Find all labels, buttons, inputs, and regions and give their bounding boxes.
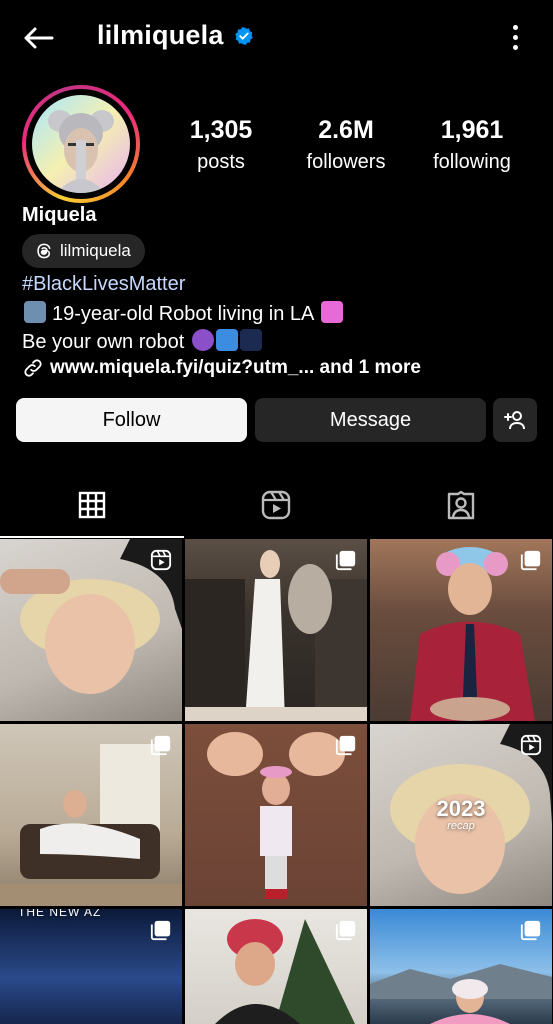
bio-line-1: 19-year-old Robot living in LA [22, 301, 343, 326]
tagged-icon [447, 490, 475, 520]
posts-label: posts [197, 151, 245, 173]
post-thumbnail-7[interactable]: THE NEW AZ [0, 909, 182, 1024]
post-thumbnail-8[interactable] [185, 909, 367, 1024]
following-label: following [433, 151, 511, 173]
avatar [32, 95, 130, 193]
posts-grid: 2023 recap THE NEW AZ [0, 539, 553, 1024]
post-overlay-text: THE NEW AZ [18, 909, 102, 919]
more-vertical-icon [512, 24, 518, 30]
bio-text-1: 19-year-old Robot living in LA [52, 303, 314, 325]
bio-text-2: Be your own robot [22, 331, 185, 353]
threads-handle: lilmiquela [60, 241, 131, 260]
post-thumbnail-9[interactable] [370, 909, 552, 1024]
post-thumbnail-3[interactable] [370, 539, 552, 721]
profile-username-title: lilmiquela [97, 20, 254, 51]
link-text: www.miquela.fyi/quiz?utm_... and 1 more [50, 357, 421, 378]
arrow-left-icon [24, 27, 54, 49]
bio-line-2: Be your own robot [22, 329, 262, 354]
post-overlay-title: 2023 [436, 796, 486, 821]
tab-tagged[interactable] [369, 472, 553, 538]
add-person-icon [504, 411, 525, 430]
post-thumbnail-1[interactable] [0, 539, 182, 721]
following-count: 1,961 [440, 116, 504, 144]
threads-badge[interactable]: lilmiquela [22, 234, 145, 268]
active-tab-indicator [0, 536, 184, 538]
more-options-button[interactable] [503, 22, 527, 52]
followers-stat[interactable]: 2.6M followers [298, 116, 394, 174]
grid-icon [78, 491, 106, 519]
follow-button[interactable]: Follow [16, 398, 247, 442]
post-thumbnail-5[interactable] [185, 724, 367, 906]
carousel-icon [150, 735, 171, 756]
post-thumbnail-2[interactable] [185, 539, 367, 721]
profile-header: lilmiquela [0, 0, 553, 74]
carousel-icon [150, 920, 171, 941]
carousel-icon [520, 920, 541, 941]
carousel-icon [520, 550, 541, 571]
following-stat[interactable]: 1,961 following [425, 116, 519, 174]
posts-stat: 1,305 posts [180, 116, 262, 174]
carousel-icon [335, 550, 356, 571]
tab-reels[interactable] [184, 472, 368, 538]
devil-emoji-icon [191, 329, 214, 351]
hashtag-link[interactable]: #BlackLivesMatter [22, 273, 185, 296]
sparkling-heart-icon [320, 301, 343, 323]
profile-tabs [0, 472, 553, 538]
post-overlay-subtitle: recap [447, 820, 475, 832]
reel-icon [520, 734, 542, 756]
username-text: lilmiquela [97, 20, 224, 50]
followers-count: 2.6M [318, 116, 374, 144]
link-icon [24, 359, 42, 377]
suggested-users-button[interactable] [493, 398, 537, 442]
carousel-icon [335, 735, 356, 756]
down-arrow-emoji-icon [215, 329, 238, 351]
fireworks-emoji-icon [239, 329, 262, 351]
bio-link[interactable]: www.miquela.fyi/quiz?utm_... and 1 more [22, 357, 421, 379]
verified-badge-icon [234, 26, 253, 45]
post-thumbnail-4[interactable] [0, 724, 182, 906]
message-button[interactable]: Message [255, 398, 486, 442]
post-thumbnail-6[interactable]: 2023 recap [370, 724, 552, 906]
threads-icon [37, 243, 51, 259]
carousel-icon [335, 920, 356, 941]
reel-icon [150, 549, 172, 571]
back-button[interactable] [18, 20, 58, 56]
display-name: Miquela [22, 204, 97, 226]
followers-label: followers [306, 151, 386, 173]
robot-emoji-icon [24, 301, 46, 323]
tab-grid[interactable] [0, 472, 184, 538]
story-ring[interactable] [22, 85, 140, 203]
reels-icon [261, 490, 291, 520]
posts-count: 1,305 [189, 116, 253, 144]
